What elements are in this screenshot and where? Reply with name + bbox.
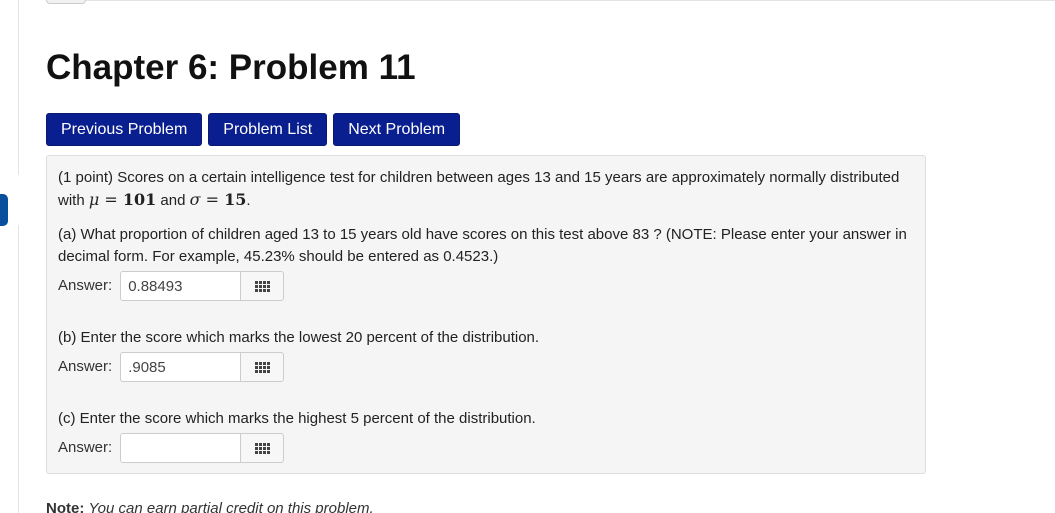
equation-editor-button-c[interactable]	[240, 433, 285, 463]
answer-input-c[interactable]	[120, 433, 241, 463]
answer-label: Answer:	[58, 277, 113, 294]
answer-row-a: Answer:	[58, 270, 914, 302]
part-a-question: (a) What proportion of children aged 13 …	[58, 226, 907, 265]
grid-icon	[254, 280, 270, 292]
grid-icon	[254, 442, 270, 454]
mu-expression: μ = 101	[89, 190, 156, 209]
part-b-question: (b) Enter the score which marks the lowe…	[58, 329, 540, 346]
problem-list-button[interactable]: Problem List	[208, 113, 328, 146]
left-rail-lower	[0, 225, 19, 513]
answer-row-c: Answer:	[58, 432, 914, 464]
top-tab[interactable]	[46, 0, 86, 4]
sigma-value: 15	[224, 190, 247, 209]
problem-body: (1 point) Scores on a certain intelligen…	[46, 155, 926, 474]
next-problem-button[interactable]: Next Problem	[333, 113, 461, 146]
sigma-symbol: σ	[189, 190, 201, 209]
answer-input-b[interactable]	[120, 352, 241, 382]
equation-editor-button-b[interactable]	[240, 352, 285, 382]
problem-nav: Previous Problem Problem List Next Probl…	[46, 113, 461, 146]
grid-icon	[254, 361, 270, 373]
part-c-question: (c) Enter the score which marks the high…	[58, 410, 536, 427]
sigma-equals: =	[200, 190, 225, 209]
answer-input-a[interactable]	[120, 271, 241, 301]
equation-editor-button-a[interactable]	[240, 271, 285, 301]
note-text: You can earn partial credit on this prob…	[88, 500, 374, 513]
side-panel-toggle[interactable]	[0, 194, 8, 226]
partial-credit-note: Note: You can earn partial credit on thi…	[46, 500, 374, 513]
answer-label: Answer:	[58, 358, 113, 375]
page: Chapter 6: Problem 11 Previous Problem P…	[0, 0, 1055, 513]
left-rail	[0, 0, 19, 175]
sigma-expression: σ = 15	[190, 190, 247, 209]
note-label: Note:	[46, 500, 85, 513]
and-text: and	[156, 192, 190, 209]
answer-row-b: Answer:	[58, 351, 914, 383]
mu-symbol: μ	[88, 190, 100, 209]
mu-equals: =	[99, 190, 123, 209]
mu-value: 101	[122, 190, 157, 209]
top-divider	[86, 0, 1055, 4]
problem-intro: (1 point) Scores on a certain intelligen…	[58, 167, 914, 212]
intro-suffix: .	[246, 192, 251, 209]
page-title: Chapter 6: Problem 11	[46, 48, 416, 87]
answer-label: Answer:	[58, 439, 113, 456]
previous-problem-button[interactable]: Previous Problem	[46, 113, 203, 146]
